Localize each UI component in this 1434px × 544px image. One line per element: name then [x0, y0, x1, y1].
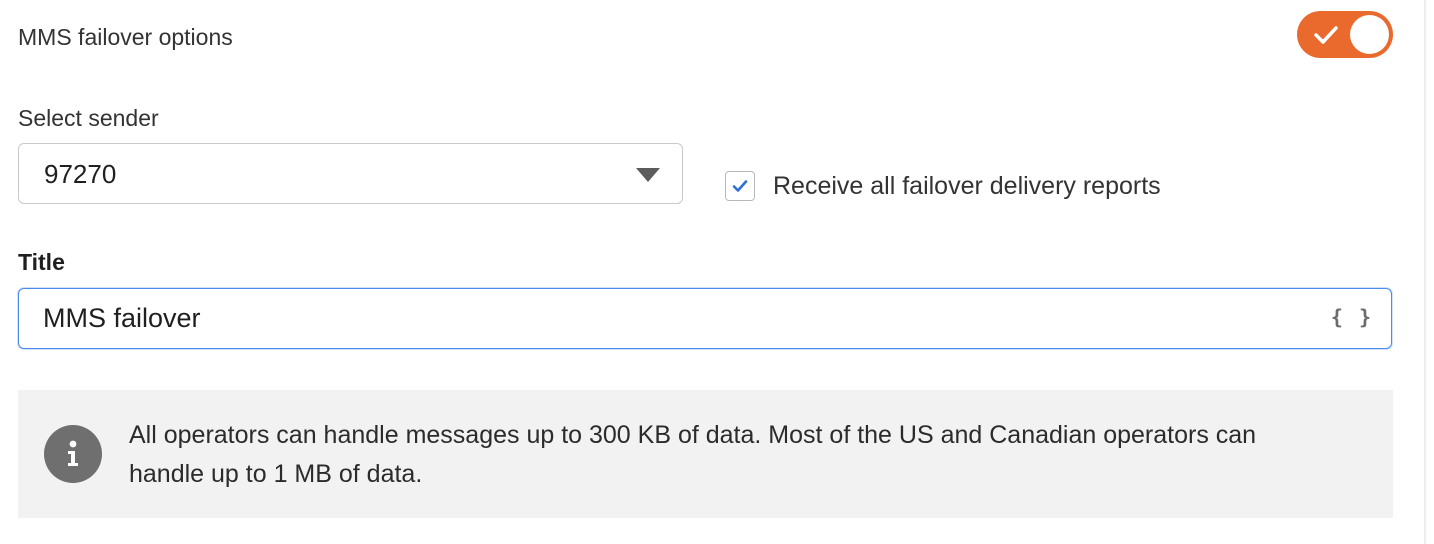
- panel-divider: [1424, 0, 1426, 544]
- dropdown-arrow-icon: [636, 168, 660, 182]
- sender-selected-value: 97270: [44, 159, 117, 189]
- toggle-knob: [1350, 15, 1389, 54]
- delivery-reports-checkbox[interactable]: [725, 171, 755, 201]
- section-title: MMS failover options: [18, 24, 233, 50]
- check-icon: [1314, 26, 1338, 44]
- sender-label: Select sender: [18, 105, 159, 131]
- failover-toggle[interactable]: [1297, 11, 1393, 58]
- info-icon: [44, 425, 102, 483]
- title-field[interactable]: { }: [18, 288, 1392, 349]
- sender-select[interactable]: 97270: [18, 143, 683, 204]
- delivery-reports-option: Receive all failover delivery reports: [725, 170, 1161, 202]
- delivery-reports-label[interactable]: Receive all failover delivery reports: [773, 171, 1161, 201]
- checkmark-icon: [732, 180, 748, 192]
- mms-failover-panel: MMS failover options Select sender 97270…: [0, 0, 1434, 544]
- info-notice: All operators can handle messages up to …: [18, 390, 1393, 518]
- info-text: All operators can handle messages up to …: [129, 421, 1257, 488]
- title-label: Title: [18, 249, 65, 275]
- title-input[interactable]: [43, 299, 1303, 337]
- variables-braces-icon[interactable]: { }: [1331, 305, 1373, 329]
